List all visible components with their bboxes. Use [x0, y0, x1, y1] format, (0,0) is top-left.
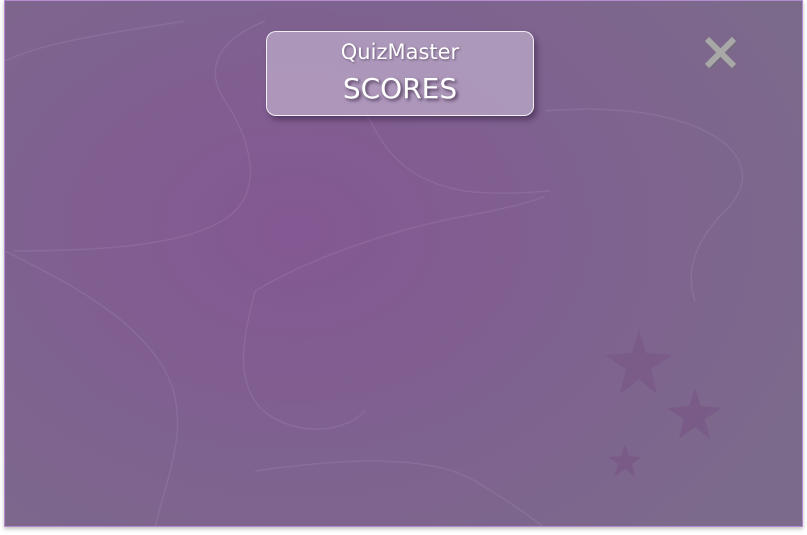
app-brand: QuizMaster: [340, 40, 460, 64]
page-title: SCORES: [342, 72, 458, 105]
game-screen: QuizMaster SCORES: [4, 0, 803, 527]
title-panel: QuizMaster SCORES: [266, 31, 534, 116]
star-decorations: [605, 329, 722, 477]
close-button[interactable]: [702, 34, 740, 72]
close-icon: [704, 36, 738, 70]
